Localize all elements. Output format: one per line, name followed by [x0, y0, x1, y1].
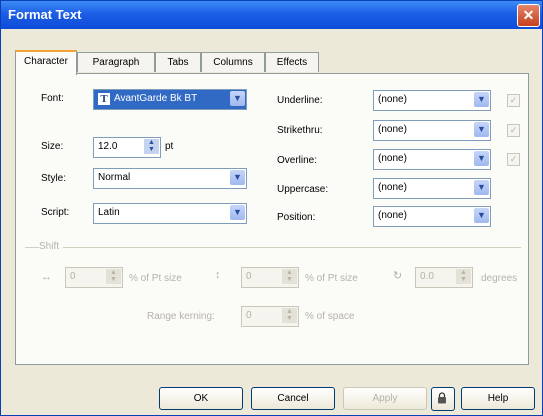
chevron-down-icon[interactable]: ▼ [474, 92, 489, 107]
rotation-stepper[interactable]: 0.0 ▲ ▼ [415, 267, 473, 288]
vertical-shift-unit: % of Pt size [305, 273, 358, 284]
close-icon[interactable]: ✕ [517, 4, 540, 27]
spin-arrows-icon[interactable]: ▲ ▼ [282, 308, 297, 323]
script-select[interactable]: Latin ▼ [93, 203, 247, 224]
underline-checkbox[interactable]: ✓ [507, 94, 520, 107]
overline-checkbox[interactable]: ✓ [507, 153, 520, 166]
spin-arrows-icon[interactable]: ▲ ▼ [144, 139, 159, 154]
position-select[interactable]: (none) ▼ [373, 206, 491, 227]
chevron-down-icon[interactable]: ▼ [474, 180, 489, 195]
chevron-down-icon[interactable]: ▼ [230, 205, 245, 220]
horizontal-shift-icon: ↔ [41, 271, 52, 283]
horizontal-shift-unit: % of Pt size [129, 273, 182, 284]
strikethru-select[interactable]: (none) ▼ [373, 120, 491, 141]
uppercase-value: (none) [378, 182, 407, 193]
chevron-down-icon[interactable]: ▼ [230, 170, 245, 185]
uppercase-select[interactable]: (none) ▼ [373, 178, 491, 199]
overline-select[interactable]: (none) ▼ [373, 149, 491, 170]
tab-effects[interactable]: Effects [265, 52, 319, 72]
chevron-down-icon[interactable]: ▼ [474, 151, 489, 166]
font-label: Font: [41, 93, 64, 104]
horizontal-shift-stepper[interactable]: 0 ▲ ▼ [65, 267, 123, 288]
font-select[interactable]: T AvantGarde Bk BT ▼ [93, 89, 247, 110]
lock-button[interactable] [431, 387, 455, 411]
style-label: Style: [41, 173, 67, 184]
overline-label: Overline: [277, 155, 318, 166]
apply-button[interactable]: Apply [343, 387, 427, 410]
strikethru-value: (none) [378, 124, 407, 135]
size-value: 12.0 [98, 141, 118, 152]
shift-group-label: Shift [39, 241, 64, 252]
truetype-font-icon: T [98, 93, 110, 105]
format-text-dialog: Format Text ✕ Character Paragraph Tabs C… [0, 0, 543, 416]
vertical-shift-stepper[interactable]: 0 ▲ ▼ [241, 267, 299, 288]
script-value: Latin [98, 207, 120, 218]
range-kerning-unit: % of space [305, 311, 355, 322]
font-value: AvantGarde Bk BT [114, 93, 198, 104]
underline-value: (none) [378, 94, 407, 105]
horizontal-shift-value: 0 [70, 271, 76, 282]
tab-tabs[interactable]: Tabs [155, 52, 201, 72]
help-button[interactable]: Help [461, 387, 535, 410]
style-select[interactable]: Normal ▼ [93, 168, 247, 189]
rotation-value: 0.0 [420, 271, 434, 282]
uppercase-label: Uppercase: [277, 184, 329, 195]
script-label: Script: [41, 207, 70, 218]
vertical-shift-icon: ↕ [215, 269, 221, 281]
strikethru-checkbox[interactable]: ✓ [507, 124, 520, 137]
chevron-down-icon[interactable]: ▼ [474, 122, 489, 137]
lock-icon [438, 392, 446, 404]
spin-arrows-icon[interactable]: ▲ ▼ [282, 269, 297, 284]
range-kerning-stepper[interactable]: 0 ▲ ▼ [241, 306, 299, 327]
range-kerning-label: Range kerning: [147, 311, 215, 322]
range-kerning-value: 0 [246, 310, 252, 321]
title-bar[interactable]: Format Text ✕ [1, 1, 542, 29]
size-label: Size: [41, 141, 64, 152]
position-value: (none) [378, 210, 407, 221]
underline-label: Underline: [277, 95, 323, 106]
shift-group-line [25, 247, 521, 248]
spin-arrows-icon[interactable]: ▲ ▼ [456, 269, 471, 284]
vertical-shift-value: 0 [246, 271, 252, 282]
rotation-unit: degrees [481, 273, 518, 284]
size-unit: pt [165, 141, 174, 152]
overline-value: (none) [378, 153, 407, 164]
tab-paragraph[interactable]: Paragraph [77, 52, 155, 72]
style-value: Normal [98, 172, 131, 183]
cancel-button[interactable]: Cancel [251, 387, 335, 410]
rotation-icon: ↻ [393, 270, 403, 282]
tab-columns[interactable]: Columns [201, 52, 265, 72]
underline-select[interactable]: (none) ▼ [373, 90, 491, 111]
strikethru-label: Strikethru: [277, 125, 323, 136]
size-stepper[interactable]: 12.0 ▲ ▼ [93, 137, 161, 158]
ok-button[interactable]: OK [159, 387, 243, 410]
tab-character[interactable]: Character [15, 50, 77, 75]
spin-arrows-icon[interactable]: ▲ ▼ [106, 269, 121, 284]
position-label: Position: [277, 212, 316, 223]
chevron-down-icon[interactable]: ▼ [474, 208, 489, 223]
dialog-title: Format Text [8, 7, 82, 22]
chevron-down-icon[interactable]: ▼ [230, 91, 245, 106]
